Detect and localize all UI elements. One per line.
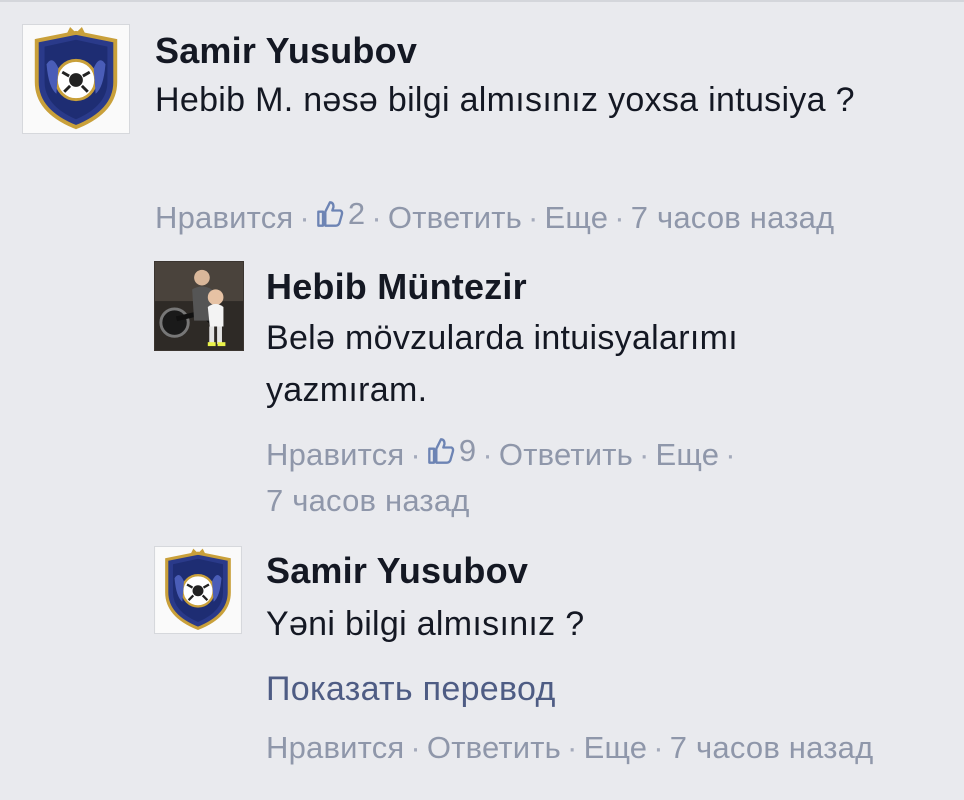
timestamp[interactable]: 7 часов назад xyxy=(266,483,470,518)
comment-author[interactable]: Samir Yusubov xyxy=(155,30,417,72)
comment-author[interactable]: Samir Yusubov xyxy=(266,550,528,592)
separator: · xyxy=(482,437,493,472)
show-translation-link[interactable]: Показать перевод xyxy=(266,670,556,709)
top-divider xyxy=(0,0,964,2)
more-link[interactable]: Еще xyxy=(584,730,648,765)
reply-link[interactable]: Ответить xyxy=(388,200,522,235)
like-count-value: 9 xyxy=(458,433,477,468)
like-count[interactable]: 2 xyxy=(316,191,365,237)
comment-actions: Нравится · 9 · Ответить · Еще · 7 часов назад xyxy=(266,428,906,524)
more-link[interactable]: Еще xyxy=(656,437,720,472)
separator: · xyxy=(725,437,736,472)
comment-actions: Нравится · Ответить · Еще · 7 часов назад xyxy=(266,725,964,771)
like-count-value: 2 xyxy=(347,196,366,231)
like-link[interactable]: Нравится xyxy=(266,730,404,765)
separator: · xyxy=(410,730,421,765)
thumbs-up-icon xyxy=(317,201,344,227)
separator: · xyxy=(639,437,650,472)
timestamp[interactable]: 7 часов назад xyxy=(631,200,835,235)
comment-author[interactable]: Hebib Müntezir xyxy=(266,266,527,308)
club-crest-icon xyxy=(23,25,129,133)
timestamp[interactable]: 7 часов назад xyxy=(670,730,874,765)
comment-text: Yəni bilgi almısınız ? xyxy=(266,605,585,643)
avatar[interactable] xyxy=(154,546,242,634)
like-link[interactable]: Нравится xyxy=(155,200,293,235)
like-count[interactable]: 9 xyxy=(427,428,476,474)
separator: · xyxy=(299,200,310,235)
separator: · xyxy=(614,200,625,235)
comment-actions: Нравится · 2 · Ответить · Еще · 7 часов назад xyxy=(155,191,834,241)
user-photo-icon xyxy=(155,262,243,350)
separator: · xyxy=(528,200,539,235)
more-link[interactable]: Еще xyxy=(545,200,609,235)
comment-text: Hebib M. nəsə bilgi almısınız yoxsa intu… xyxy=(155,81,855,119)
club-crest-icon xyxy=(155,547,241,633)
separator: · xyxy=(371,200,382,235)
comment-text: Belə mövzularda intuisyalarımı yazmıram. xyxy=(266,319,738,409)
separator: · xyxy=(567,730,578,765)
avatar[interactable] xyxy=(22,24,130,134)
like-link[interactable]: Нравится xyxy=(266,437,404,472)
thumbs-up-icon xyxy=(428,438,455,464)
separator: · xyxy=(410,437,421,472)
reply-link[interactable]: Ответить xyxy=(427,730,561,765)
avatar[interactable] xyxy=(154,261,244,351)
separator: · xyxy=(653,730,664,765)
reply-link[interactable]: Ответить xyxy=(499,437,633,472)
